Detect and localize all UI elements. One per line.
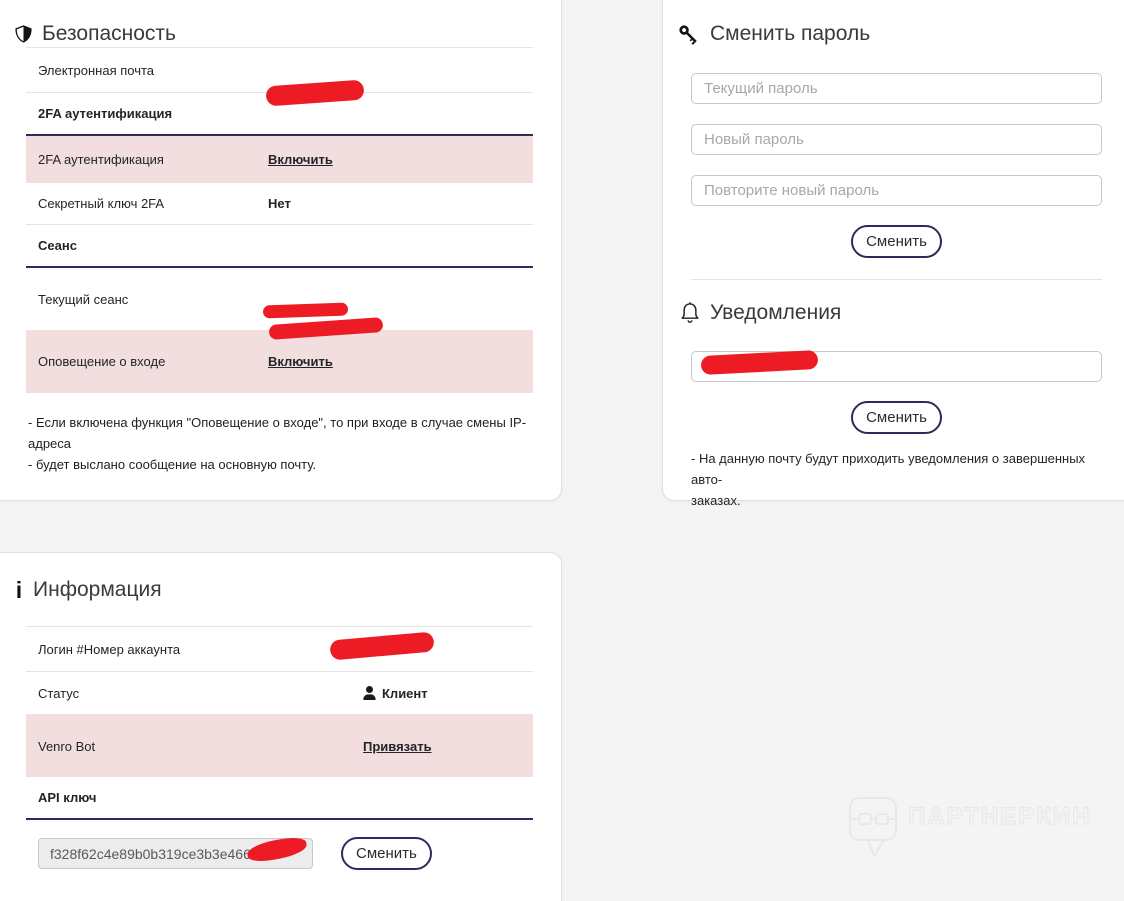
current-session-label: Текущий сеанс (38, 291, 129, 307)
info-card-header: i Информация (14, 577, 561, 603)
change-notification-email-button[interactable]: Сменить (851, 401, 942, 434)
twofa-section-label: 2FA аутентификация (38, 106, 173, 121)
notifications-note-line2: заказах. (691, 493, 741, 508)
venro-bot-link[interactable]: Привязать (363, 739, 432, 754)
change-api-key-button[interactable]: Сменить (341, 837, 432, 870)
password-card: Сменить пароль Сменить Уведомления (662, 0, 1124, 508)
security-card: Безопасность Электронная почта 2FA аутен… (0, 0, 562, 501)
watermark-text: ПАРТНЕРКИН (908, 803, 1092, 830)
security-footnote-line1: - Если включена функция "Оповещение о вх… (28, 415, 527, 451)
notifications-note-line1: - На данную почту будут приходить уведом… (691, 451, 1086, 487)
notifications-title: Уведомления (710, 301, 842, 324)
password-card-title: Сменить пароль (710, 22, 871, 45)
new-password-input[interactable] (691, 124, 1102, 155)
session-section-row: Сеанс (26, 225, 533, 268)
login-alert-row: Оповещение о входе Включить (26, 330, 533, 393)
info-card-title: Информация (33, 578, 162, 601)
twofa-label: 2FA аутентификация (38, 152, 164, 167)
account-settings-page: Безопасность Электронная почта 2FA аутен… (0, 0, 1124, 901)
card-section-divider (691, 279, 1102, 280)
current-password-input[interactable] (691, 73, 1102, 104)
info-icon: i (15, 577, 23, 603)
secret-key-row: Секретный ключ 2FA Нет (26, 183, 533, 225)
secret-key-label: Секретный ключ 2FA (38, 196, 165, 211)
change-password-button[interactable]: Сменить (851, 225, 942, 258)
info-table: Логин #Номер аккаунта Статус Клиент Venr… (26, 626, 533, 820)
login-alert-label: Оповещение о входе (38, 354, 166, 369)
shield-icon (14, 23, 33, 45)
login-label: Логин #Номер аккаунта (38, 641, 181, 657)
venro-bot-label: Venro Bot (38, 738, 96, 754)
security-card-header: Безопасность (14, 21, 561, 47)
security-footnote: - Если включена функция "Оповещение о вх… (28, 412, 533, 475)
user-icon (363, 686, 376, 700)
security-footnote-line2: - будет выслано сообщение на основную по… (28, 457, 317, 472)
security-card-title: Безопасность (42, 22, 176, 45)
watermark-logo: ПАРТНЕРКИН (846, 788, 1116, 873)
api-key-section-row: API ключ (26, 777, 533, 820)
status-row: Статус Клиент (26, 672, 533, 715)
login-alert-enable-link[interactable]: Включить (268, 354, 333, 369)
notifications-note: - На данную почту будут приходить уведом… (691, 448, 1111, 511)
password-card-header: Сменить пароль (676, 21, 1124, 47)
twofa-row: 2FA аутентификация Включить (26, 136, 533, 183)
twofa-enable-link[interactable]: Включить (268, 152, 333, 167)
secret-key-value: Нет (268, 196, 291, 211)
email-label: Электронная почта (38, 62, 155, 78)
key-icon (676, 22, 701, 47)
session-section-label: Сеанс (38, 238, 77, 253)
notifications-header: Уведомления (679, 300, 1124, 326)
watermark-bubble-icon (849, 797, 897, 857)
password-form: Сменить (691, 73, 1102, 258)
api-key-section-label: API ключ (38, 790, 97, 805)
venro-bot-row: Venro Bot Привязать (26, 715, 533, 777)
repeat-password-input[interactable] (691, 175, 1102, 206)
bell-icon (679, 301, 701, 326)
status-label: Статус (38, 685, 80, 701)
status-value: Клиент (382, 685, 428, 701)
current-session-row: Текущий сеанс (26, 268, 533, 330)
login-row: Логин #Номер аккаунта (26, 627, 533, 672)
